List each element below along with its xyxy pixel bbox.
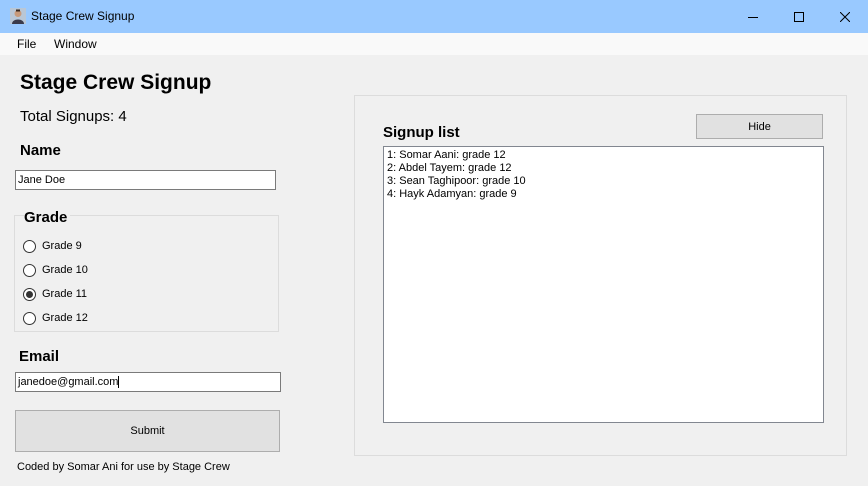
- grade-9-label: Grade 9: [42, 240, 82, 252]
- hide-label: Hide: [748, 120, 771, 133]
- radio-grade-11[interactable]: [23, 287, 36, 301]
- menu-window[interactable]: Window: [54, 37, 97, 51]
- signup-list-title: Signup list: [383, 124, 460, 141]
- maximize-icon: [794, 11, 804, 22]
- minimize-button[interactable]: [730, 0, 776, 33]
- radio-grade-10[interactable]: [23, 263, 36, 277]
- grade-12-label: Grade 12: [42, 312, 88, 324]
- close-icon: [840, 11, 850, 22]
- page-title: Stage Crew Signup: [20, 71, 212, 94]
- submit-button[interactable]: Submit: [15, 410, 280, 452]
- name-label: Name: [20, 142, 61, 159]
- list-item[interactable]: 3: Sean Taghipoor: grade 10: [387, 175, 820, 188]
- menu-file[interactable]: File: [17, 37, 36, 51]
- user-avatar-icon: [10, 8, 26, 24]
- total-signups-label: Total Signups: 4: [20, 108, 127, 125]
- submit-label: Submit: [130, 425, 165, 437]
- grade-11-option[interactable]: Grade 11: [23, 287, 87, 301]
- list-item[interactable]: 4: Hayk Adamyan: grade 9: [387, 188, 820, 201]
- minimize-icon: [748, 16, 758, 18]
- radio-grade-12[interactable]: [23, 311, 36, 325]
- menu-bar: File Window: [0, 33, 868, 55]
- footer-credit: Coded by Somar Ani for use by Stage Crew: [17, 461, 230, 473]
- radio-grade-9[interactable]: [23, 239, 36, 253]
- grade-11-label: Grade 11: [42, 288, 88, 300]
- email-value: janedoe@gmail.com: [18, 376, 119, 388]
- title-bar[interactable]: Stage Crew Signup: [0, 0, 868, 33]
- grade-9-option[interactable]: Grade 9: [23, 239, 82, 253]
- grade-10-label: Grade 10: [42, 264, 88, 276]
- signup-listbox[interactable]: 1: Somar Aani: grade 12 2: Abdel Tayem: …: [383, 146, 824, 423]
- window-title: Stage Crew Signup: [31, 9, 135, 23]
- email-label: Email: [19, 348, 60, 365]
- hide-button[interactable]: Hide: [696, 114, 823, 139]
- grade-10-option[interactable]: Grade 10: [23, 263, 88, 277]
- close-button[interactable]: [822, 0, 868, 33]
- list-item[interactable]: 2: Abdel Tayem: grade 12: [387, 162, 820, 175]
- grade-label: Grade: [24, 209, 71, 226]
- email-field[interactable]: janedoe@gmail.com: [15, 372, 281, 392]
- text-cursor: [118, 376, 120, 389]
- grade-12-option[interactable]: Grade 12: [23, 311, 88, 325]
- name-field[interactable]: Jane Doe: [15, 170, 276, 190]
- maximize-button[interactable]: [776, 0, 822, 33]
- list-item[interactable]: 1: Somar Aani: grade 12: [387, 149, 820, 162]
